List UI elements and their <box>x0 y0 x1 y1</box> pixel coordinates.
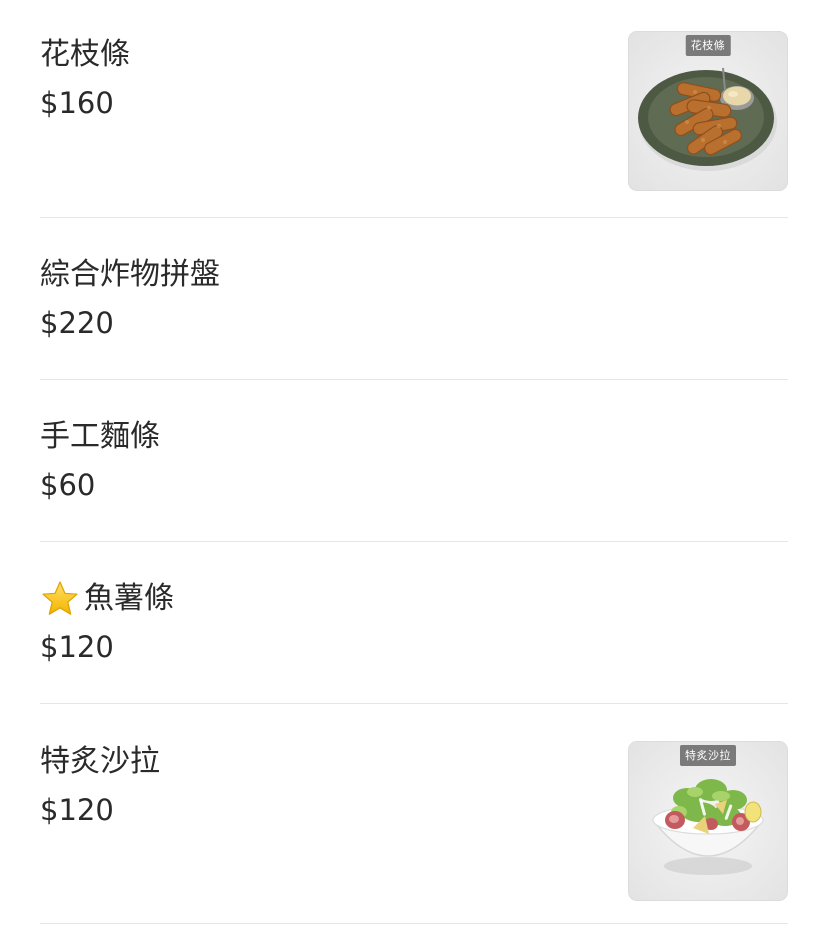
item-name-text: 綜合炸物拼盤 <box>40 257 220 292</box>
item-name: 花枝條 <box>40 35 130 75</box>
item-photo[interactable]: 花枝條 <box>628 31 788 191</box>
item-name: 特炙沙拉 <box>40 742 160 782</box>
item-name-text: 花枝條 <box>40 37 130 72</box>
menu-item-seared-salad[interactable]: 特炙沙拉 $120 特炙沙拉 <box>40 704 788 924</box>
item-photo[interactable]: 特炙沙拉 <box>628 741 788 901</box>
item-name-text: 魚薯條 <box>84 581 174 616</box>
photo-label: 花枝條 <box>685 35 731 56</box>
item-price: $160 <box>40 86 114 120</box>
menu-list: 花枝條 $160 花枝條 綜合炸物拼盤 $220 手工麵條 $60 魚薯條 $1… <box>40 0 788 924</box>
item-name: 綜合炸物拼盤 <box>40 255 220 295</box>
menu-item-squid-sticks[interactable]: 花枝條 $160 花枝條 <box>40 0 788 218</box>
item-name: 手工麵條 <box>40 417 160 457</box>
item-price: $120 <box>40 793 114 827</box>
menu-item-handmade-noodles[interactable]: 手工麵條 $60 <box>40 380 788 542</box>
item-price: $120 <box>40 630 114 664</box>
star-icon <box>42 581 78 615</box>
item-price: $60 <box>40 468 96 502</box>
item-name-text: 特炙沙拉 <box>40 744 160 779</box>
item-name-text: 手工麵條 <box>40 419 160 454</box>
menu-item-fish-and-chips[interactable]: 魚薯條 $120 <box>40 542 788 704</box>
menu-item-fried-platter[interactable]: 綜合炸物拼盤 $220 <box>40 218 788 380</box>
photo-label: 特炙沙拉 <box>680 745 736 766</box>
item-name: 魚薯條 <box>40 579 174 619</box>
item-price: $220 <box>40 306 114 340</box>
